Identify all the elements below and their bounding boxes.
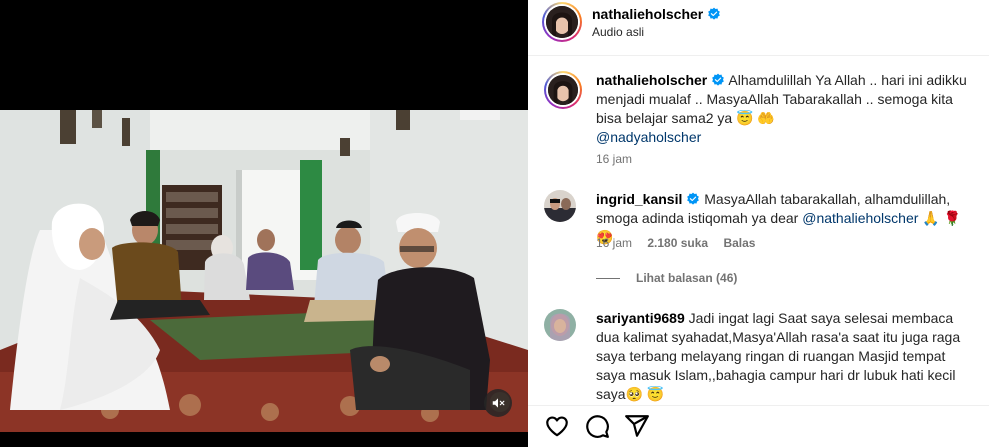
- commenter-avatar-image: [544, 309, 576, 341]
- verified-badge-icon: [712, 73, 725, 86]
- video-scene-illustration: [0, 110, 528, 432]
- mute-toggle-button[interactable]: [484, 389, 512, 417]
- post-media: [0, 0, 528, 447]
- view-replies-label: Lihat balasan (46): [636, 271, 738, 285]
- verified-badge-icon: [687, 192, 700, 205]
- comment-mention[interactable]: @nathalieholscher: [802, 210, 918, 226]
- muted-speaker-icon: [492, 398, 505, 408]
- view-replies-button[interactable]: Lihat balasan (46): [596, 271, 737, 285]
- caption-text: nathalieholscher Alhamdulillah Ya Allah …: [596, 71, 968, 147]
- caption-time[interactable]: 16 jam: [596, 152, 632, 166]
- author-avatar[interactable]: [542, 2, 582, 42]
- reply-button[interactable]: Balas: [723, 236, 755, 250]
- comment-likes[interactable]: 2.180 suka: [647, 236, 708, 250]
- comment-bubble-icon[interactable]: [584, 413, 610, 439]
- post-action-bar: [528, 405, 989, 447]
- comment-item: sariyanti9689 Jadi ingat lagi Saat saya …: [544, 309, 976, 404]
- video-frame[interactable]: [0, 110, 528, 432]
- caption-username[interactable]: nathalieholscher: [596, 72, 707, 88]
- caption-avatar-image: [548, 75, 578, 105]
- view-replies-divider: [596, 277, 620, 279]
- comment-username[interactable]: ingrid_kansil: [596, 191, 682, 207]
- commenter-avatar[interactable]: [544, 190, 576, 222]
- caption: nathalieholscher Alhamdulillah Ya Allah …: [544, 71, 976, 151]
- comment-text: sariyanti9689 Jadi ingat lagi Saat saya …: [596, 309, 968, 404]
- comment-username[interactable]: sariyanti9689: [596, 310, 685, 326]
- comment-time[interactable]: 16 jam: [596, 236, 632, 250]
- verified-badge-icon: [708, 7, 721, 20]
- commenter-avatar[interactable]: [544, 309, 576, 341]
- caption-meta: 16 jam: [596, 152, 644, 166]
- author-avatar-image: [546, 6, 578, 38]
- caption-mention[interactable]: @nadyaholscher: [596, 129, 701, 145]
- author-username[interactable]: nathalieholscher: [592, 6, 721, 22]
- commenter-avatar-image: [544, 190, 576, 222]
- comment-meta: 16 jam 2.180 suka Balas: [596, 236, 767, 250]
- audio-label[interactable]: Audio asli: [592, 25, 644, 39]
- post-side-panel: nathalieholscher Audio asli nathaliehols…: [528, 0, 989, 447]
- caption-avatar[interactable]: [544, 71, 582, 109]
- heart-icon[interactable]: [544, 413, 570, 439]
- paper-plane-icon[interactable]: [624, 413, 650, 439]
- post-header: nathalieholscher Audio asli: [528, 0, 989, 56]
